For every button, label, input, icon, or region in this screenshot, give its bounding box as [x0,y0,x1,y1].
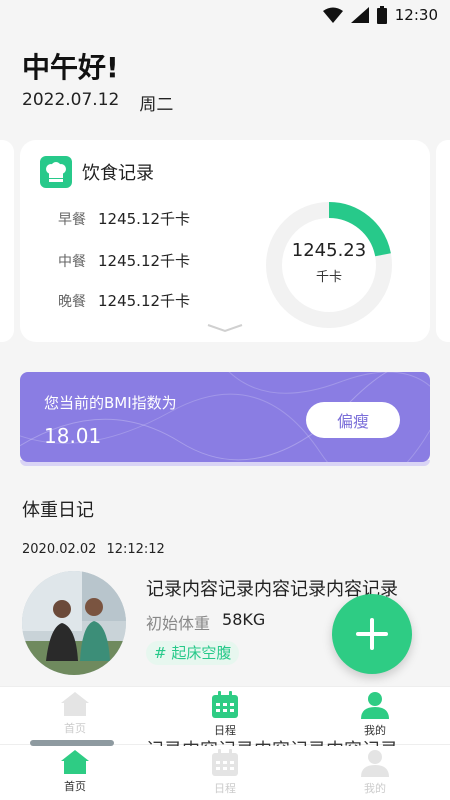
tab-label: 我的 [364,782,386,795]
greeting-title: 中午好! [22,51,119,84]
signal-icon [350,7,369,23]
weight-diary-title: 体重日记 [22,500,94,521]
entry-weight: 初始体重 58KG [146,610,265,634]
next-entry-content: 记录内容记录内容记录内容记录 [146,736,398,746]
meal-value: 1245.12千卡 [98,210,191,228]
current-date: 2022.07.12 [22,90,120,110]
next-entry-photo-edge [30,740,114,746]
ring-calorie-value: 1245.23 [291,240,367,261]
chef-hat-icon [40,156,72,188]
tab-label: 首页 [64,722,86,735]
tab-home[interactable]: 首页 [0,745,150,800]
entry-photo[interactable] [22,571,126,675]
home-icon [61,692,89,716]
entry-timestamp: 2020.02.02 12:12:12 [22,542,165,557]
date-line: 2022.07.12 周二 [22,90,173,115]
entry-tag: # 起床空腹 [146,641,240,665]
carousel-next-card[interactable] [436,140,450,342]
status-time: 12:30 [394,6,438,24]
meal-row-lunch: 中餐 1245.12千卡 [58,250,190,271]
home-icon [61,750,89,774]
meal-value: 1245.12千卡 [98,252,191,270]
ring-calorie-unit: 千卡 [315,270,342,285]
diet-card-header: 饮食记录 [40,156,154,188]
tabbar-lower: 首页 日程 我的 [0,744,450,800]
wifi-icon [322,7,343,23]
add-record-button[interactable] [332,594,412,674]
chevron-down-icon[interactable] [206,322,244,334]
entry-date: 2020.02.02 [22,542,97,557]
diet-record-card[interactable]: 饮食记录 早餐 1245.12千卡 中餐 1245.12千卡 晚餐 1245.1… [20,140,430,342]
calendar-icon [212,691,238,718]
status-bar: 12:30 [0,0,450,30]
bmi-card: 您当前的BMI指数为 18.01 偏瘦 [20,372,430,462]
weight-label: 初始体重 [146,614,211,633]
meal-row-dinner: 晚餐 1245.12千卡 [58,290,190,311]
bmi-value: 18.01 [44,424,102,448]
tab-label: 首页 [64,780,86,793]
entry-time: 12:12:12 [106,542,165,557]
meal-label: 早餐 [58,211,86,228]
tab-home[interactable]: 首页 [0,687,150,744]
bmi-status-button[interactable]: 偏瘦 [306,402,400,438]
user-icon [361,750,389,777]
weight-value: 58KG [222,610,266,629]
meal-label: 晚餐 [58,293,86,310]
current-weekday: 周二 [139,95,174,115]
plus-icon [356,618,388,650]
calorie-ring [266,202,392,328]
user-icon [361,692,389,719]
meal-label: 中餐 [58,253,86,270]
tab-label: 日程 [214,782,236,795]
calendar-icon [212,749,238,776]
bmi-label: 您当前的BMI指数为 [44,394,177,412]
meal-value: 1245.12千卡 [98,292,191,310]
tab-schedule[interactable]: 日程 [150,745,300,800]
tab-profile[interactable]: 我的 [300,745,450,800]
meal-row-breakfast: 早餐 1245.12千卡 [58,208,190,229]
diet-card-title: 饮食记录 [82,163,154,184]
carousel-prev-card[interactable] [0,140,14,342]
battery-icon [376,6,387,24]
